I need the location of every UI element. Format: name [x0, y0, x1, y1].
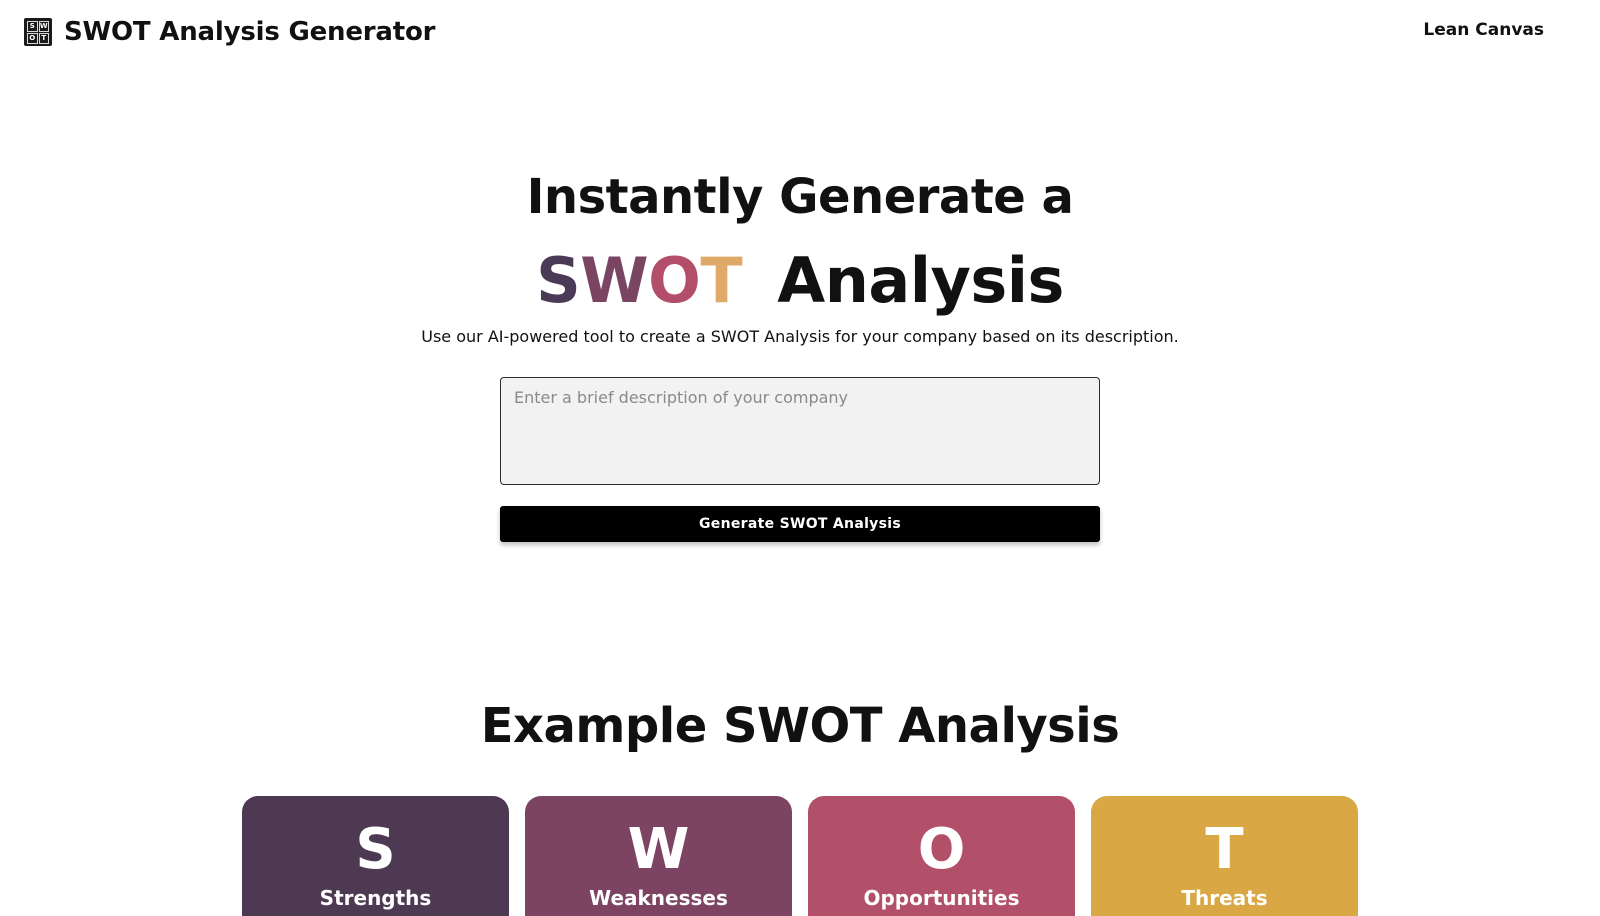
- example-swot-cards: S Strengths W Weaknesses O Opportunities…: [242, 796, 1358, 916]
- card-letter: S: [355, 817, 396, 882]
- opportunities-card: O Opportunities: [808, 796, 1075, 916]
- lean-canvas-link[interactable]: Lean Canvas: [1423, 20, 1544, 40]
- generate-swot-button[interactable]: Generate SWOT Analysis: [500, 506, 1100, 542]
- strengths-card: S Strengths: [242, 796, 509, 916]
- swot-letter-w: W: [580, 244, 649, 317]
- card-label: Threats: [1181, 886, 1268, 910]
- hero-heading: Instantly Generate a SWOT Analysis: [0, 165, 1600, 321]
- app-title: SWOT Analysis Generator: [64, 17, 436, 47]
- card-letter: T: [1205, 817, 1244, 882]
- card-label: Weaknesses: [589, 886, 728, 910]
- card-label: Strengths: [319, 886, 432, 910]
- hero-heading-line2: SWOT Analysis: [0, 241, 1600, 321]
- threats-card: T Threats: [1091, 796, 1358, 916]
- swot-letter-o: O: [648, 244, 701, 317]
- logo-letter-t: T: [38, 33, 49, 44]
- swot-letter-t: T: [700, 244, 743, 317]
- card-letter: W: [627, 817, 690, 882]
- analysis-word: Analysis: [777, 244, 1064, 317]
- brand-home-link[interactable]: S W O T SWOT Analysis Generator: [24, 16, 435, 48]
- logo-letter-o: O: [27, 33, 38, 44]
- swot-letter-s: S: [536, 244, 581, 317]
- swot-grid-logo-icon: S W O T: [24, 18, 52, 46]
- card-label: Opportunities: [863, 886, 1020, 910]
- logo-letter-w: W: [38, 21, 49, 32]
- top-navigation-bar: S W O T SWOT Analysis Generator Lean Can…: [0, 0, 1600, 64]
- weaknesses-card: W Weaknesses: [525, 796, 792, 916]
- example-section-title: Example SWOT Analysis: [480, 698, 1120, 754]
- hero-heading-line1: Instantly Generate a: [526, 169, 1074, 225]
- hero-subtitle: Use our AI-powered tool to create a SWOT…: [421, 327, 1179, 346]
- card-letter: O: [917, 817, 966, 882]
- logo-letter-s: S: [27, 21, 38, 32]
- company-description-input[interactable]: [500, 377, 1100, 485]
